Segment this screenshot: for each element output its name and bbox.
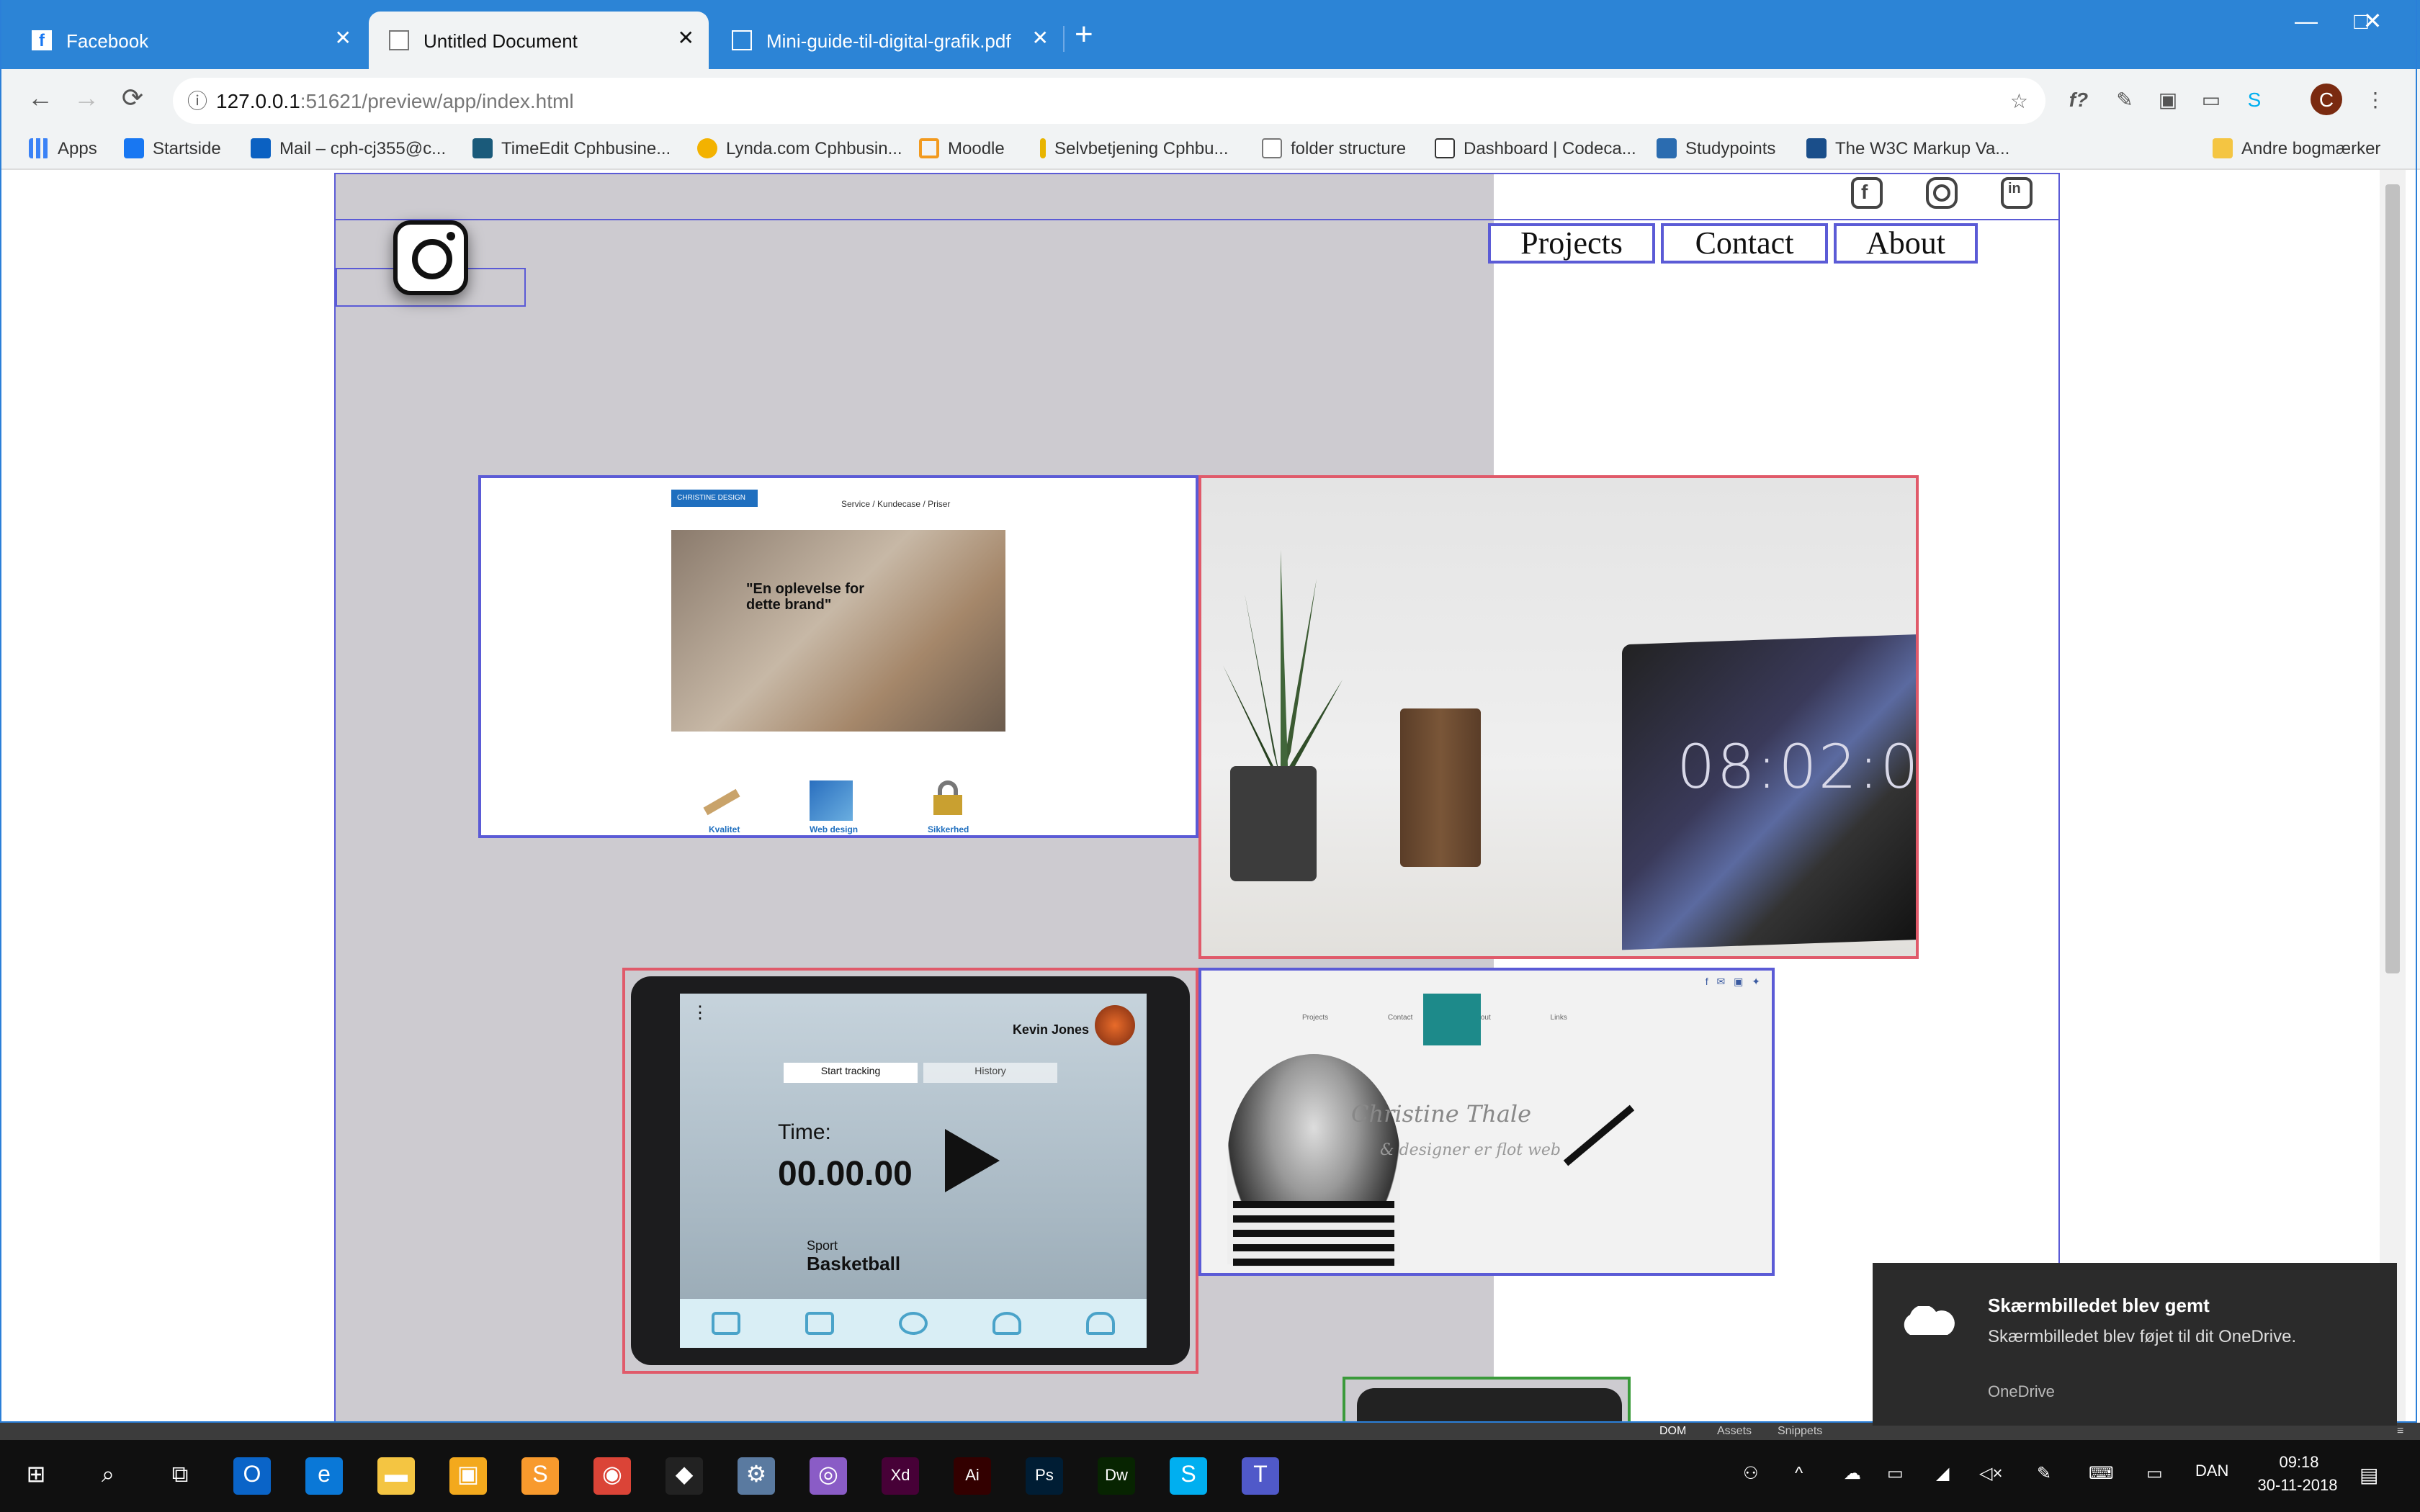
store-icon[interactable]: ▣	[449, 1457, 487, 1495]
media-icon[interactable]: ◎	[810, 1457, 847, 1495]
notification-title: Skærmbilledet blev gemt	[1988, 1295, 2210, 1316]
sublime-icon-glyph: S	[532, 1463, 548, 1488]
browser-window: f Facebook ✕ Untitled Document ✕ Mini-gu…	[0, 0, 2420, 1440]
unity-icon[interactable]: ◆	[666, 1457, 703, 1495]
file-explorer-icon[interactable]: ▬	[377, 1457, 415, 1495]
outlook-icon[interactable]: O	[233, 1457, 271, 1495]
pen-tray-icon[interactable]: ✎	[2037, 1463, 2051, 1483]
start-button-glyph: ⊞	[26, 1463, 46, 1488]
edge-icon-glyph: e	[318, 1463, 331, 1488]
tool-icon-glyph: ⚙	[745, 1463, 767, 1488]
taskbar-time[interactable]: 09:18	[2270, 1454, 2328, 1472]
language-indicator[interactable]: DAN	[2195, 1463, 2228, 1480]
onedrive-tray-icon[interactable]: ☁	[1844, 1463, 1861, 1483]
teams-icon-glyph: T	[1253, 1463, 1268, 1488]
notification-body: Skærmbilledet blev føjet til dit OneDriv…	[1988, 1326, 2297, 1346]
display-icon[interactable]: ▭	[2146, 1463, 2163, 1483]
search-icon-glyph: ⌕	[102, 1463, 115, 1488]
chevron-up-icon[interactable]: ^	[1795, 1463, 1803, 1483]
adobe-xd-icon-glyph: Xd	[890, 1467, 910, 1485]
search-icon[interactable]: ⌕	[89, 1457, 127, 1495]
illustrator-icon-glyph: Ai	[965, 1467, 980, 1485]
task-view-icon-glyph: ⧉	[171, 1463, 189, 1488]
chrome-icon-glyph: ◉	[602, 1463, 622, 1488]
dreamweaver-icon-glyph: Dw	[1105, 1467, 1128, 1485]
devtools-tab-dom[interactable]: DOM	[1659, 1424, 1686, 1437]
devtools-tab-snippets[interactable]: Snippets	[1778, 1424, 1822, 1437]
cloud-icon	[1904, 1306, 1955, 1335]
outlook-icon-glyph: O	[243, 1463, 261, 1488]
file-explorer-icon-glyph: ▬	[385, 1463, 408, 1488]
taskbar-date[interactable]: 30-11-2018	[2247, 1477, 2348, 1495]
volume-muted-icon[interactable]: ◁×	[1979, 1463, 2003, 1483]
photoshop-icon-glyph: Ps	[1035, 1467, 1054, 1485]
battery-icon[interactable]: ▭	[1887, 1463, 1904, 1483]
dreamweaver-icon[interactable]: Dw	[1098, 1457, 1135, 1495]
skype-icon-glyph: S	[1180, 1463, 1196, 1488]
skype-icon[interactable]: S	[1170, 1457, 1207, 1495]
tool-icon[interactable]: ⚙	[738, 1457, 775, 1495]
teams-icon[interactable]: T	[1242, 1457, 1279, 1495]
devtools-tab-assets[interactable]: Assets	[1717, 1424, 1752, 1437]
notification-source: OneDrive	[1988, 1384, 2055, 1401]
taskbar: ⊞ ⌕ ⧉ Oe ▬ ▣ S ◉ ◆ ⚙ ◎ Xd Ai Ps Dw S T ⚇ ^ ☁ ▭ ◢ ◁× ✎ ⌨ …	[0, 1440, 2420, 1512]
illustrator-icon[interactable]: Ai	[954, 1457, 991, 1495]
keyboard-icon[interactable]: ⌨	[2089, 1463, 2114, 1483]
devtools-menu-icon[interactable]: ≡	[2397, 1424, 2403, 1437]
photoshop-icon[interactable]: Ps	[1026, 1457, 1063, 1495]
edge-icon[interactable]: e	[305, 1457, 343, 1495]
media-icon-glyph: ◎	[818, 1463, 838, 1488]
adobe-xd-icon[interactable]: Xd	[882, 1457, 919, 1495]
onedrive-notification[interactable]: Skærmbilledet blev gemt Skærmbilledet bl…	[1873, 1263, 2397, 1426]
sublime-icon[interactable]: S	[521, 1457, 559, 1495]
window-border	[0, 0, 2417, 1423]
start-button[interactable]: ⊞	[17, 1457, 55, 1495]
action-center-icon[interactable]: ▤	[2360, 1463, 2378, 1488]
chrome-icon[interactable]: ◉	[593, 1457, 631, 1495]
store-icon-glyph: ▣	[457, 1463, 480, 1488]
unity-icon-glyph: ◆	[675, 1463, 694, 1488]
task-view-icon[interactable]: ⧉	[161, 1457, 199, 1495]
network-icon[interactable]: ◢	[1936, 1463, 1949, 1483]
people-icon[interactable]: ⚇	[1743, 1463, 1759, 1483]
desktop-screen: f Facebook ✕ Untitled Document ✕ Mini-gu…	[0, 0, 2420, 1512]
